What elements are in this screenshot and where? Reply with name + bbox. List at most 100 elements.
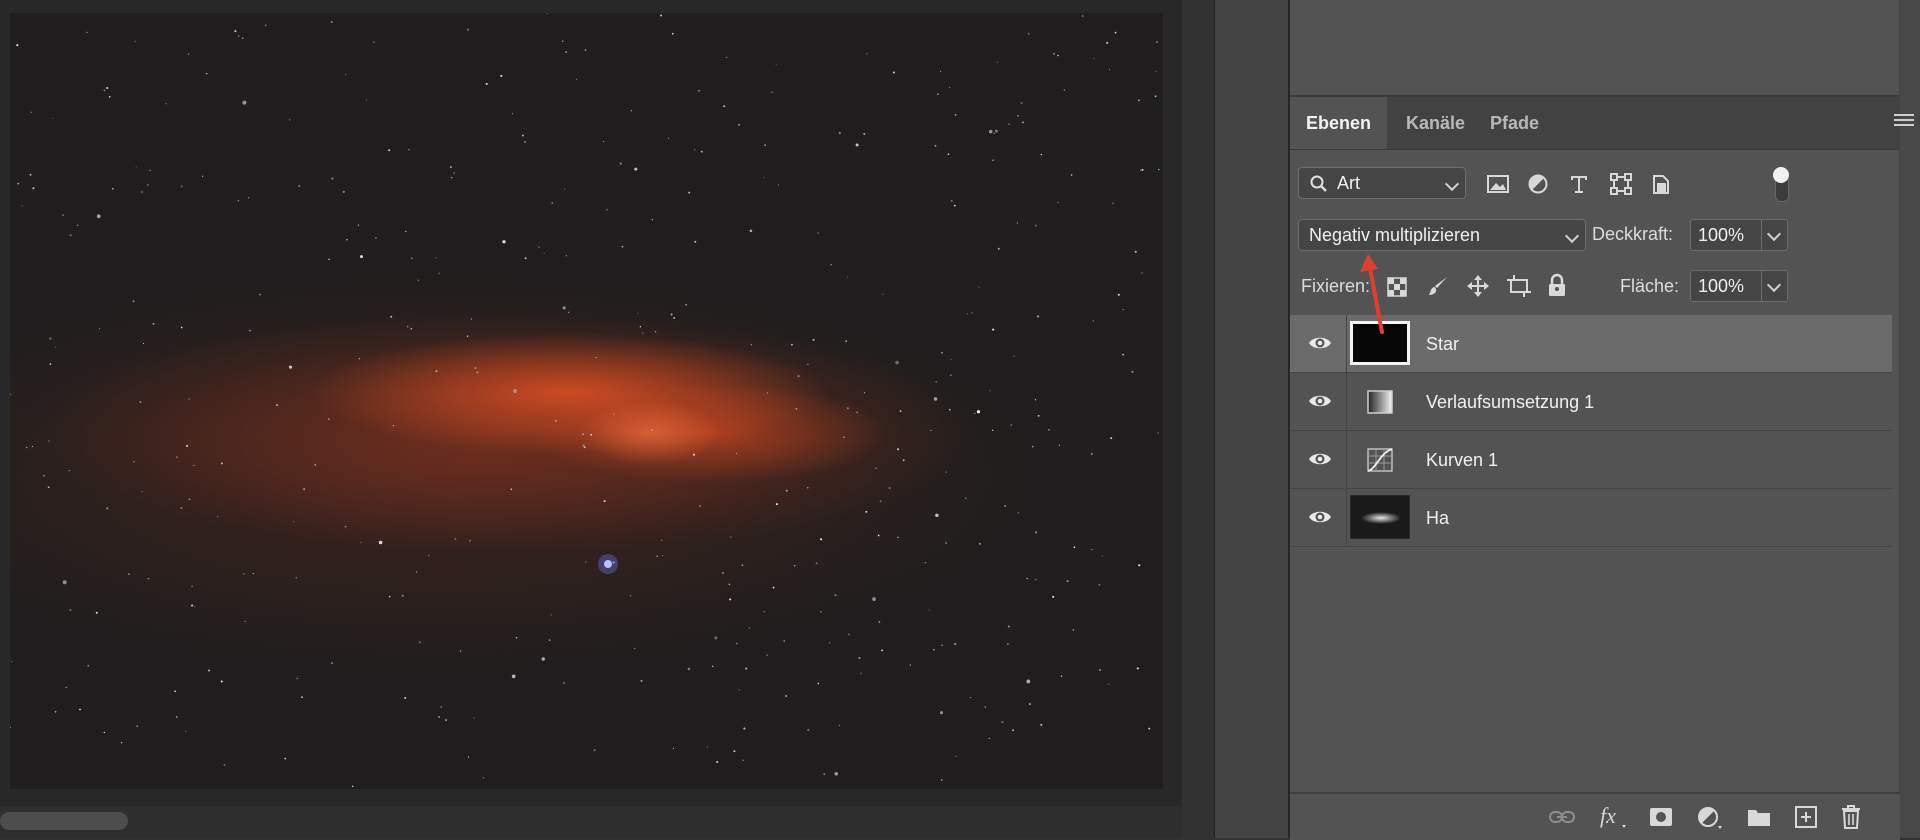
mask-icon[interactable] xyxy=(1648,806,1674,828)
shape-filter-icon[interactable] xyxy=(1610,173,1632,195)
fill-dropdown-button[interactable] xyxy=(1762,270,1788,302)
star xyxy=(934,144,937,147)
star xyxy=(738,124,740,126)
blend-mode-dropdown[interactable]: Negativ multiplizieren xyxy=(1298,219,1586,251)
eye-visibility-icon[interactable] xyxy=(1308,334,1332,352)
star xyxy=(994,129,998,133)
star xyxy=(989,390,991,392)
star xyxy=(1122,309,1124,311)
horizontal-scrollbar[interactable] xyxy=(0,806,1182,838)
eye-visibility-icon[interactable] xyxy=(1308,508,1332,526)
tab-ebenen[interactable]: Ebenen xyxy=(1290,97,1388,149)
star xyxy=(997,247,1000,250)
layer-row-ha[interactable]: Ha xyxy=(1290,489,1892,547)
star xyxy=(136,725,139,728)
adjustment-layer-icon[interactable] xyxy=(1696,805,1724,831)
star xyxy=(941,644,943,646)
star xyxy=(984,706,986,708)
star xyxy=(619,162,622,165)
star xyxy=(275,404,279,407)
star xyxy=(450,176,453,179)
tab-kanaele[interactable]: Kanäle xyxy=(1390,97,1481,149)
star xyxy=(31,445,34,448)
star xyxy=(1106,41,1109,44)
canvas-panel-divider xyxy=(1182,0,1214,838)
star xyxy=(327,418,330,421)
star xyxy=(1017,115,1019,117)
star xyxy=(950,199,953,202)
star xyxy=(296,677,298,680)
link-icon[interactable] xyxy=(1548,807,1576,827)
fill-input[interactable]: 100% xyxy=(1690,270,1762,302)
star xyxy=(467,756,470,758)
layer-name[interactable]: Verlaufsumsetzung 1 xyxy=(1426,373,1594,431)
gradient-map-icon[interactable] xyxy=(1366,389,1394,415)
svg-text:fx: fx xyxy=(1600,804,1616,828)
opacity-input[interactable]: 100% xyxy=(1690,219,1762,251)
star xyxy=(933,648,935,651)
annotation-arrow xyxy=(1360,254,1384,334)
star xyxy=(180,185,183,188)
curves-icon[interactable] xyxy=(1366,447,1394,473)
search-icon xyxy=(1310,175,1327,192)
star xyxy=(877,534,880,537)
star xyxy=(1010,424,1013,426)
star xyxy=(502,240,506,244)
panel-menu-icon[interactable] xyxy=(1894,114,1914,130)
layer-filter-dropdown[interactable]: Art xyxy=(1298,167,1466,199)
folder-icon[interactable] xyxy=(1746,806,1772,828)
type-filter-icon[interactable] xyxy=(1568,173,1590,195)
star xyxy=(52,117,54,120)
star xyxy=(32,187,35,190)
filter-toggle-switch[interactable] xyxy=(1772,166,1790,202)
star xyxy=(858,657,861,659)
adjustment-filter-icon[interactable] xyxy=(1527,173,1549,195)
star xyxy=(469,540,471,542)
layer-name[interactable]: Star xyxy=(1426,315,1459,373)
blend-mode-value: Negativ multiplizieren xyxy=(1309,225,1481,245)
star xyxy=(567,311,570,314)
star xyxy=(1007,625,1010,628)
lock-artboard-icon[interactable] xyxy=(1506,274,1532,298)
star xyxy=(711,665,714,668)
star xyxy=(515,636,518,639)
layers-panel: Ebenen Kanäle Pfade Art Negativ multipli… xyxy=(1290,0,1920,840)
layer-name[interactable]: Kurven 1 xyxy=(1426,431,1498,489)
horizontal-scroll-thumb[interactable] xyxy=(0,812,128,830)
star xyxy=(284,757,287,760)
image-filter-icon[interactable] xyxy=(1486,173,1510,195)
smart-object-filter-icon[interactable] xyxy=(1650,172,1672,196)
star xyxy=(698,89,700,92)
star xyxy=(1148,727,1151,730)
star xyxy=(630,110,632,112)
trash-icon[interactable] xyxy=(1839,804,1863,830)
star xyxy=(794,565,796,567)
tab-pfade[interactable]: Pfade xyxy=(1474,97,1555,149)
star xyxy=(1081,15,1084,17)
eye-visibility-icon[interactable] xyxy=(1308,450,1332,468)
star xyxy=(1040,153,1043,156)
layer-thumbnail-ha[interactable] xyxy=(1350,495,1410,539)
star xyxy=(259,293,261,296)
star xyxy=(344,525,347,528)
lock-all-icon[interactable] xyxy=(1546,273,1568,297)
star xyxy=(194,606,196,608)
lock-image-pixels-icon[interactable] xyxy=(1426,274,1450,298)
eye-visibility-icon[interactable] xyxy=(1308,392,1332,410)
star xyxy=(54,346,56,348)
layer-row-kurven[interactable]: Kurven 1 xyxy=(1290,431,1892,489)
star xyxy=(661,555,664,557)
document-canvas-area[interactable] xyxy=(0,0,1182,838)
layer-row-verlaufsumsetzung[interactable]: Verlaufsumsetzung 1 xyxy=(1290,373,1892,431)
layer-separator xyxy=(1346,489,1347,547)
star xyxy=(797,375,800,378)
star xyxy=(1117,293,1120,296)
opacity-dropdown-button[interactable] xyxy=(1762,219,1788,251)
lock-position-icon[interactable] xyxy=(1466,274,1490,298)
new-layer-icon[interactable] xyxy=(1794,805,1818,829)
layer-name[interactable]: Ha xyxy=(1426,489,1449,547)
star xyxy=(1136,667,1139,670)
star xyxy=(554,419,557,422)
nebula-image[interactable] xyxy=(10,13,1163,789)
fx-icon[interactable]: fx xyxy=(1598,804,1630,830)
